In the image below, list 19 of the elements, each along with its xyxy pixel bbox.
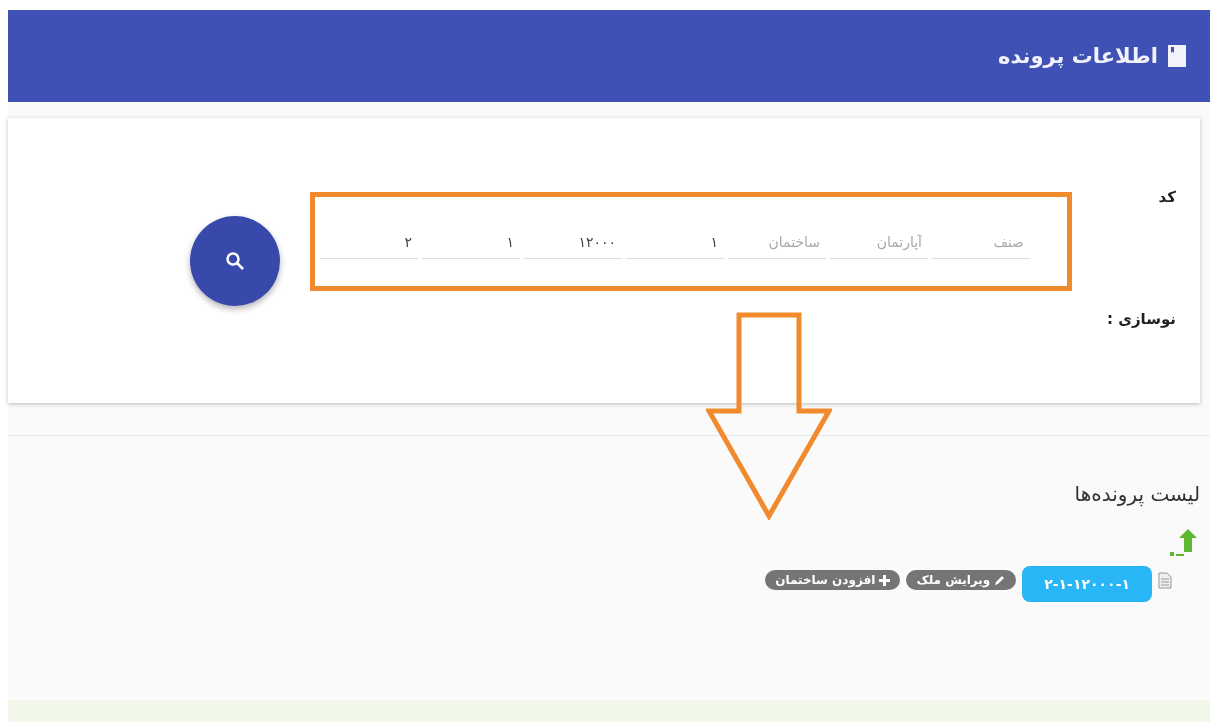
page-title: اطلاعات پرونده (998, 44, 1158, 68)
document-icon (1158, 571, 1172, 589)
input-field[interactable]: ساختمان (728, 226, 826, 259)
list-title: لیست پرونده‌ها (1073, 482, 1200, 506)
input-field[interactable]: صنف (932, 226, 1030, 259)
pencil-icon (994, 574, 1007, 586)
plus-icon (879, 574, 891, 586)
input-field[interactable]: ۱۲۰۰۰ (524, 226, 622, 259)
input-field[interactable]: ۱ (626, 226, 724, 259)
search-button[interactable] (190, 215, 280, 306)
edit-button[interactable]: ویرایش ملک (906, 570, 1017, 590)
search-icon (225, 250, 245, 271)
input-field[interactable]: ۲ (320, 226, 418, 259)
add-button[interactable]: افزودن ساختمان (765, 570, 901, 590)
input-field[interactable]: ۱ (422, 226, 520, 259)
input-field[interactable]: آپارتمان (830, 226, 928, 259)
code-label: کد (1157, 188, 1176, 206)
book-icon (1168, 45, 1186, 67)
renovation-label: نوسازی : (1105, 310, 1176, 328)
